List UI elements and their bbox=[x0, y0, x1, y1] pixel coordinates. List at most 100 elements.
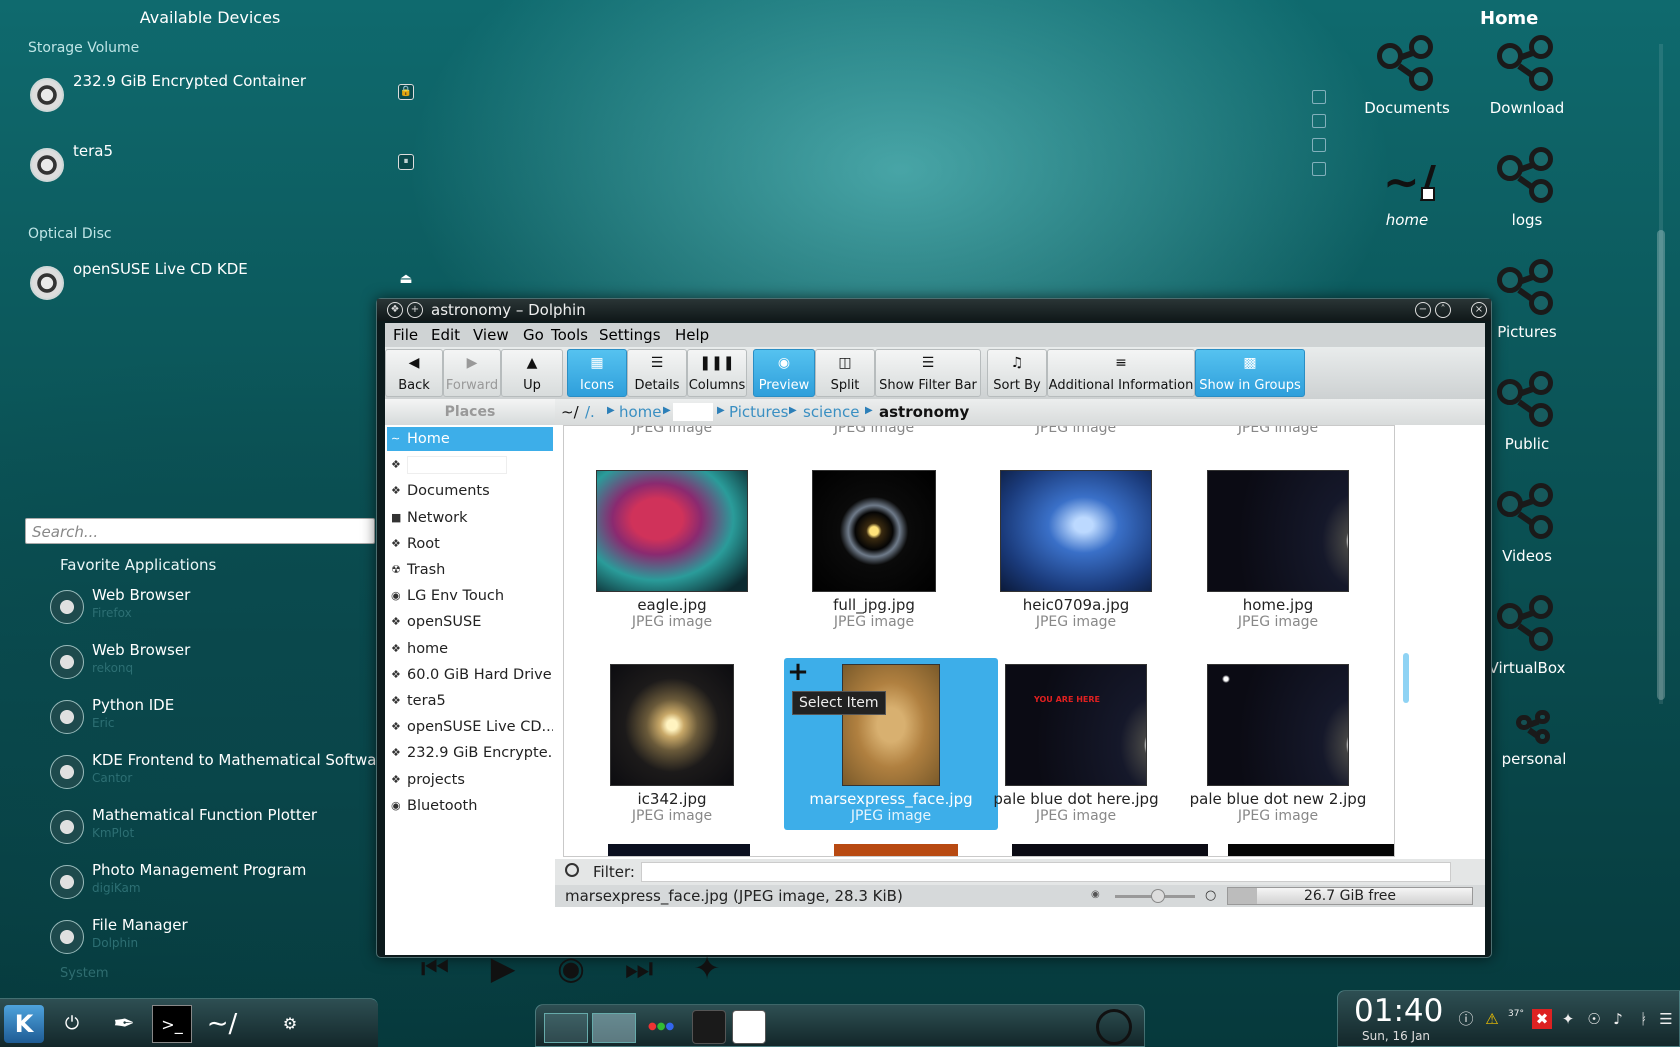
home-folder-icon[interactable]: ∼/ bbox=[202, 1005, 242, 1043]
columns-view-button[interactable]: ❚❚❚ Columns bbox=[687, 349, 747, 397]
file-pale-blue-dot-new-2[interactable]: pale blue dot new 2.jpg JPEG image bbox=[1178, 664, 1378, 824]
lock-icon[interactable]: 🔒 bbox=[398, 84, 414, 100]
task-notes[interactable] bbox=[732, 1010, 766, 1044]
file-view-scrollbar[interactable] bbox=[1400, 425, 1412, 857]
desktop-icon-home[interactable]: ∼/ home bbox=[1352, 147, 1462, 229]
package-icon[interactable]: ✦ bbox=[1558, 1009, 1578, 1029]
crumb-home[interactable]: home bbox=[619, 403, 662, 421]
pen-icon[interactable]: ✒ bbox=[104, 1005, 144, 1043]
window-menu-icon[interactable]: ❖ bbox=[387, 302, 403, 318]
zoom-out-icon[interactable]: ◉ bbox=[1091, 889, 1100, 900]
file-ic342[interactable]: ic342.jpg JPEG image bbox=[572, 664, 772, 824]
terminal-icon[interactable]: >_ bbox=[152, 1005, 192, 1043]
favorite-rekonq[interactable]: Web Browser rekonq bbox=[50, 639, 380, 689]
crumb-root[interactable]: /. bbox=[585, 403, 595, 421]
split-button[interactable]: ◫ Split bbox=[815, 349, 875, 397]
thumbnail-partial[interactable] bbox=[608, 844, 750, 856]
maximize-button[interactable]: ˄ bbox=[1435, 302, 1451, 318]
pager-desktop-2[interactable] bbox=[592, 1013, 636, 1043]
thumbnail-partial[interactable] bbox=[834, 844, 958, 856]
place-item-232-9-gib-encrypte[interactable]: ❖ 232.9 GiB Encrypte... bbox=[387, 741, 553, 765]
additional-information-button[interactable]: ≡ Additional Information bbox=[1047, 349, 1195, 397]
favorite-dolphin[interactable]: File Manager Dolphin bbox=[50, 914, 380, 964]
file-pale-blue-dot-here[interactable]: YOU ARE HERE pale blue dot here.jpg JPEG… bbox=[976, 664, 1176, 824]
stop-icon[interactable]: ◉ bbox=[551, 948, 591, 988]
preview-button[interactable]: ◉ Preview bbox=[753, 349, 815, 397]
media-player-icon[interactable]: ✦ bbox=[687, 948, 727, 988]
network-icon[interactable]: ☉ bbox=[1584, 1009, 1604, 1029]
place-item-user[interactable]: ❖ bbox=[387, 453, 553, 477]
folder-view-toolbox[interactable] bbox=[1312, 90, 1332, 186]
rotate-icon[interactable] bbox=[1312, 114, 1326, 128]
place-item-lg-env-touch[interactable]: ◉ LG Env Touch bbox=[387, 584, 553, 608]
file-heic0709a[interactable]: heic0709a.jpg JPEG image bbox=[976, 470, 1176, 630]
place-item-opensuse-live-cd[interactable]: ❖ openSUSE Live CD... bbox=[387, 715, 553, 739]
desktop-icon-logs[interactable]: logs bbox=[1472, 147, 1582, 229]
activity-dots-icon[interactable]: ●●● bbox=[648, 1021, 674, 1032]
menu-edit[interactable]: Edit bbox=[431, 326, 460, 344]
root-icon[interactable]: ∼/ bbox=[561, 403, 579, 421]
eject-icon[interactable]: ⏏ bbox=[398, 272, 414, 288]
menu-view[interactable]: View bbox=[473, 326, 509, 344]
lock-logout-icon[interactable]: ⏻ bbox=[52, 1005, 92, 1043]
activity-switcher-icon[interactable] bbox=[1096, 1009, 1132, 1045]
unmount-icon[interactable]: ⏸ bbox=[398, 154, 414, 170]
device-opensuse-live-cd[interactable]: openSUSE Live CD KDE ⏏ bbox=[30, 260, 420, 320]
file-item[interactable]: JPEG image bbox=[774, 426, 974, 436]
crumb-astronomy[interactable]: astronomy bbox=[879, 403, 969, 421]
crumb-science[interactable]: science bbox=[803, 403, 859, 421]
expand-icon[interactable] bbox=[1312, 162, 1326, 176]
menu-tools[interactable]: Tools bbox=[551, 326, 588, 344]
file-home[interactable]: home.jpg JPEG image bbox=[1178, 470, 1378, 630]
weather-temperature[interactable]: 37° bbox=[1506, 1009, 1526, 1029]
next-track-icon[interactable]: ⏭ bbox=[619, 948, 659, 988]
thumbnail-partial[interactable] bbox=[1228, 844, 1394, 856]
pin-icon[interactable]: + bbox=[407, 302, 423, 318]
pager-desktop-1[interactable] bbox=[544, 1013, 588, 1043]
desktop-icon-personal[interactable]: personal bbox=[1494, 710, 1574, 768]
device-tera5[interactable]: tera5 ⏸ bbox=[30, 142, 420, 202]
warning-icon[interactable]: ⚠ bbox=[1482, 1009, 1502, 1029]
device-notifier-icon[interactable]: ⚙ bbox=[270, 1005, 310, 1043]
filter-input[interactable] bbox=[641, 862, 1451, 882]
file-marsexpress-face[interactable]: marsexpress_face.jpg JPEG image + bbox=[784, 658, 998, 830]
place-item-opensuse[interactable]: ❖ openSUSE bbox=[387, 610, 553, 634]
minimize-button[interactable]: − bbox=[1415, 302, 1431, 318]
place-item-60-0-gib-hard-drive[interactable]: ❖ 60.0 GiB Hard Drive bbox=[387, 663, 553, 687]
search-input[interactable]: Search... bbox=[25, 518, 375, 544]
forward-button[interactable]: ▶ Forward bbox=[443, 349, 501, 397]
place-item-documents[interactable]: ❖ Documents bbox=[387, 479, 553, 503]
zoom-slider[interactable] bbox=[1115, 889, 1195, 903]
system-tab[interactable]: System bbox=[60, 966, 108, 981]
device-encrypted-container[interactable]: 232.9 GiB Encrypted Container 🔒 bbox=[30, 72, 420, 132]
bluetooth-icon[interactable]: ᛓ bbox=[1634, 1009, 1654, 1029]
kde-menu-button[interactable]: K bbox=[4, 1005, 44, 1043]
details-view-button[interactable]: ☰ Details bbox=[627, 349, 687, 397]
resize-icon[interactable] bbox=[1312, 90, 1326, 104]
place-item-root[interactable]: ❖ Root bbox=[387, 532, 553, 556]
desktop-scrollbar[interactable] bbox=[1655, 30, 1667, 720]
clear-filter-icon[interactable] bbox=[565, 863, 579, 877]
place-item-home[interactable]: ❖ home bbox=[387, 637, 553, 661]
favorite-kmplot[interactable]: Mathematical Function Plotter KmPlot bbox=[50, 804, 380, 854]
thumbnail-partial[interactable] bbox=[1012, 844, 1208, 856]
show-filter-bar-button[interactable]: ☰ Show Filter Bar bbox=[875, 349, 981, 397]
select-item-plus-icon[interactable]: + bbox=[786, 659, 810, 685]
update-error-icon[interactable]: ✖ bbox=[1532, 1009, 1552, 1029]
crumb-pictures[interactable]: Pictures bbox=[729, 403, 788, 421]
menu-go[interactable]: Go bbox=[523, 326, 544, 344]
favorite-eric[interactable]: Python IDE Eric bbox=[50, 694, 380, 744]
file-item[interactable]: JPEG image bbox=[572, 426, 772, 436]
file-item[interactable]: JPEG image bbox=[976, 426, 1176, 436]
desktop-icon-download[interactable]: Download bbox=[1472, 35, 1582, 117]
sort-by-button[interactable]: ♫ Sort By bbox=[987, 349, 1047, 397]
up-button[interactable]: ▲ Up bbox=[501, 349, 563, 397]
panel-toolbox-icon[interactable]: ☰ bbox=[1656, 1009, 1676, 1029]
favorite-digikam[interactable]: Photo Management Program digiKam bbox=[50, 859, 380, 909]
place-item-tera5[interactable]: ❖ tera5 bbox=[387, 689, 553, 713]
file-eagle[interactable]: eagle.jpg JPEG image bbox=[572, 470, 772, 630]
clock-time[interactable]: 01:40 bbox=[1354, 993, 1443, 1029]
desktop-icon-documents[interactable]: Documents bbox=[1352, 35, 1462, 117]
menu-settings[interactable]: Settings bbox=[599, 326, 661, 344]
info-icon[interactable]: ⓘ bbox=[1456, 1009, 1476, 1029]
